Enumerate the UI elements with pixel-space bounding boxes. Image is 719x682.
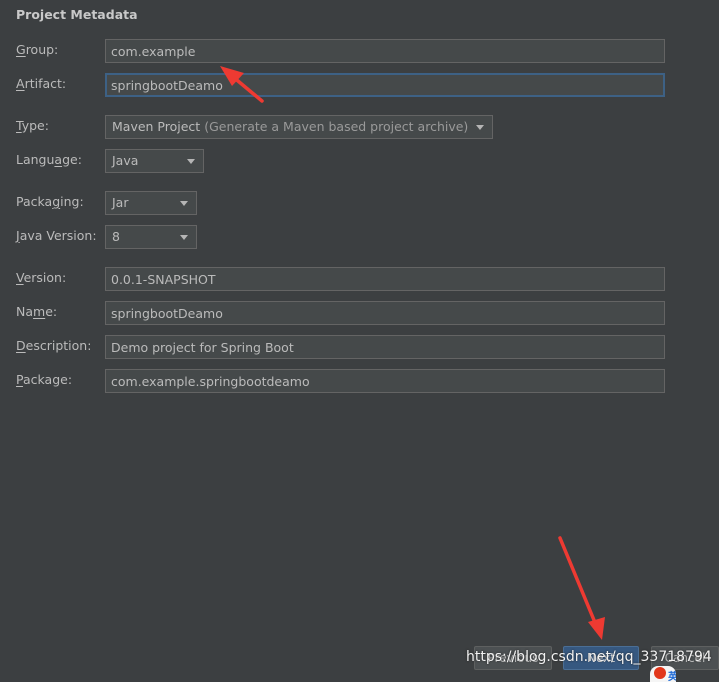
package-field[interactable] <box>105 369 665 393</box>
version-label: Version: <box>16 270 67 285</box>
language-label: Language: <box>16 152 82 167</box>
java-version-label: Java Version: <box>16 228 97 243</box>
type-hint: (Generate a Maven based project archive) <box>204 119 469 134</box>
packaging-value: Jar <box>112 195 129 210</box>
chevron-down-icon <box>476 125 484 130</box>
section-title: Project Metadata <box>16 7 138 22</box>
group-label: Group: <box>16 42 59 57</box>
annotation-arrow-next <box>558 536 605 640</box>
java-version-value: 8 <box>112 229 120 244</box>
group-field[interactable] <box>105 39 665 63</box>
packaging-label: Packaging: <box>16 194 84 209</box>
description-field[interactable] <box>105 335 665 359</box>
packaging-dropdown[interactable]: Jar <box>105 191 197 215</box>
sogou-icon <box>654 667 666 679</box>
language-value: Java <box>112 153 139 168</box>
type-label: Type: <box>16 118 49 133</box>
package-label: Package: <box>16 372 73 387</box>
chevron-down-icon <box>187 159 195 164</box>
ime-logo: 英 <box>650 666 676 682</box>
type-value: Maven Project <box>112 119 201 134</box>
type-dropdown[interactable]: Maven Project (Generate a Maven based pr… <box>105 115 493 139</box>
watermark-text: https://blog.csdn.net/qq_33718794 <box>466 649 712 665</box>
artifact-label: Artifact: <box>16 76 67 91</box>
chevron-down-icon <box>180 235 188 240</box>
version-field[interactable] <box>105 267 665 291</box>
name-label: Name: <box>16 304 58 319</box>
chevron-down-icon <box>180 201 188 206</box>
language-dropdown[interactable]: Java <box>105 149 204 173</box>
description-label: Description: <box>16 338 92 353</box>
artifact-field[interactable] <box>105 73 665 97</box>
java-version-dropdown[interactable]: 8 <box>105 225 197 249</box>
name-field[interactable] <box>105 301 665 325</box>
